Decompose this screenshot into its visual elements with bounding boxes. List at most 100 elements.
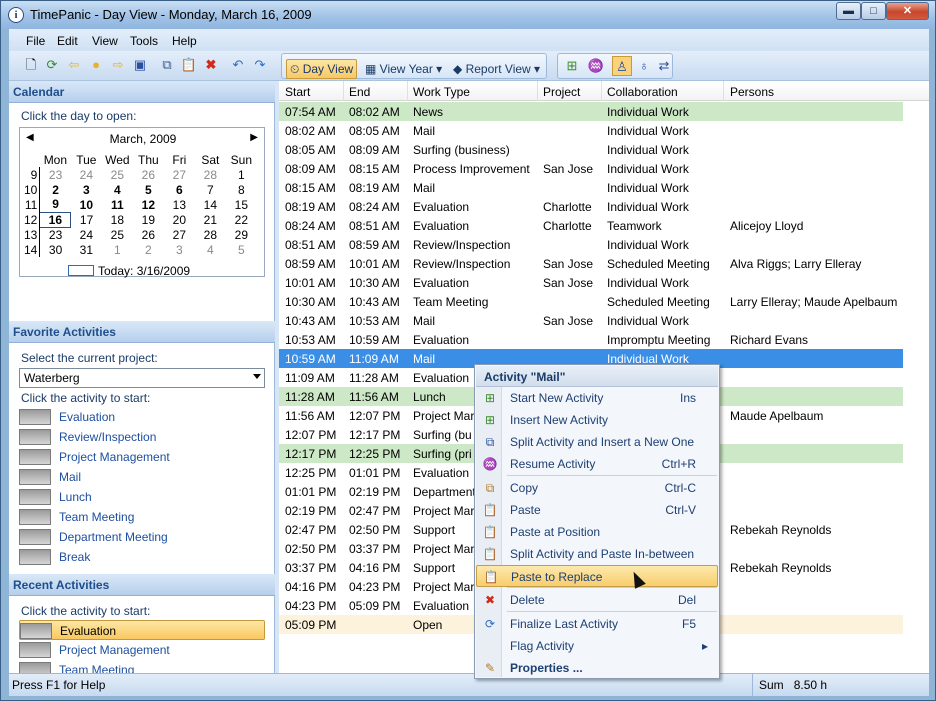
favorite-activity[interactable]: Lunch — [19, 487, 265, 507]
footsteps-icon[interactable]: ♒ — [586, 56, 606, 76]
calendar-day[interactable]: 28 — [195, 227, 226, 242]
calendar-day[interactable]: 8 — [226, 182, 257, 197]
calendar-day[interactable]: 22 — [226, 212, 257, 227]
menu-help[interactable]: Help — [172, 34, 197, 48]
recent-activity[interactable]: Evaluation — [19, 620, 265, 640]
table-row[interactable]: 10:30 AM 10:43 AM Team Meeting Scheduled Me… — [279, 292, 903, 311]
calendar-day[interactable]: 14 — [195, 197, 226, 212]
arrow-right-icon[interactable]: ⇨ — [108, 55, 128, 75]
calendar-day[interactable]: 24 — [71, 227, 102, 242]
calendar-day[interactable]: 28 — [195, 167, 226, 182]
calendar-day-selected[interactable]: 16 — [39, 211, 72, 228]
project-select[interactable]: Waterberg — [19, 368, 265, 388]
table-row[interactable]: 07:54 AM 08:02 AM News Individual Work — [279, 102, 903, 121]
save-icon[interactable]: ▣ — [130, 55, 150, 75]
calendar-day[interactable]: 1 — [102, 242, 133, 257]
column-header[interactable]: Collaboration — [607, 85, 678, 99]
next-month-icon[interactable]: ▶ — [250, 132, 258, 143]
context-menu-item[interactable]: 📋 Paste Ctrl-V — [476, 499, 718, 521]
recent-activity[interactable]: Project Management — [19, 640, 265, 660]
table-row[interactable]: 10:43 AM 10:53 AM Mail San Jose Individual W… — [279, 311, 903, 330]
context-menu-item[interactable]: ✖ Delete Del — [476, 589, 718, 611]
view-year-button[interactable]: ▦ View Year ▾ — [362, 59, 445, 79]
calendar-day[interactable]: 15 — [226, 197, 257, 212]
context-menu-item[interactable]: Flag Activity ▸ — [476, 635, 718, 657]
favorite-activity[interactable]: Project Management — [19, 447, 265, 467]
calendar-day[interactable]: 25 — [102, 227, 133, 242]
calendar-day[interactable]: 11 — [102, 197, 133, 212]
arrow-left-icon[interactable]: ⇦ — [64, 55, 84, 75]
table-row[interactable]: 10:01 AM 10:30 AM Evaluation San Jose Indivi… — [279, 273, 903, 292]
table-row[interactable]: 08:59 AM 10:01 AM Review/Inspection San Jos… — [279, 254, 903, 273]
calendar-day[interactable]: 2 — [40, 182, 71, 197]
calendar-day[interactable]: 31 — [71, 242, 102, 257]
context-menu-item[interactable]: ⊞ Start New Activity Ins — [476, 387, 718, 409]
close-button[interactable]: ✕ — [886, 2, 929, 20]
favorite-activity[interactable]: Evaluation — [19, 407, 265, 427]
context-menu-item[interactable]: ⧉ Copy Ctrl-C — [476, 477, 718, 499]
calendar-day[interactable]: 18 — [102, 212, 133, 227]
calendar-day[interactable]: 4 — [102, 182, 133, 197]
calendar-day[interactable]: 17 — [71, 212, 102, 227]
calendar-day[interactable]: 9 — [40, 197, 71, 212]
column-header[interactable]: Project — [543, 85, 580, 99]
calendar-day[interactable]: 6 — [164, 182, 195, 197]
context-menu-item[interactable]: 📋 Paste to Replace — [476, 565, 718, 587]
favorite-activity[interactable]: Break — [19, 547, 265, 567]
table-row[interactable]: 08:09 AM 08:15 AM Process Improvement San J… — [279, 159, 903, 178]
person-clock-icon[interactable]: ♙ — [612, 56, 632, 76]
report-view-button[interactable]: ◆ Report View ▾ — [450, 59, 543, 79]
context-menu-item[interactable]: ⊞ Insert New Activity — [476, 409, 718, 431]
grid-add-icon[interactable]: ⊞ — [562, 56, 582, 76]
table-row[interactable]: 10:53 AM 10:59 AM Evaluation Impromptu Meet… — [279, 330, 903, 349]
day-view-button[interactable]: ⏲ Day View — [286, 59, 358, 79]
calendar-day[interactable]: 27 — [164, 167, 195, 182]
calendar-day[interactable]: 25 — [102, 167, 133, 182]
menu-tools[interactable]: Tools — [130, 34, 158, 48]
column-header[interactable]: Start — [285, 85, 310, 99]
calendar-day[interactable]: 29 — [226, 227, 257, 242]
calendar-day[interactable]: 3 — [71, 182, 102, 197]
copy-icon[interactable]: ⧉ — [157, 55, 177, 75]
menu-view[interactable]: View — [92, 34, 118, 48]
table-row[interactable]: 08:24 AM 08:51 AM Evaluation Charlotte Teamw… — [279, 216, 903, 235]
calendar-day[interactable]: 23 — [40, 227, 71, 242]
calendar-day[interactable]: 24 — [71, 167, 102, 182]
calendar-day[interactable]: 27 — [164, 227, 195, 242]
favorite-activity[interactable]: Review/Inspection — [19, 427, 265, 447]
calendar-day[interactable]: 26 — [133, 227, 164, 242]
calendar-day[interactable]: 10 — [71, 197, 102, 212]
menu-edit[interactable]: Edit — [57, 34, 78, 48]
calendar-day[interactable]: 3 — [164, 242, 195, 257]
minimize-button[interactable]: ▬ — [836, 2, 861, 20]
today-link[interactable]: Today: 3/16/2009 — [68, 264, 190, 278]
calendar-day[interactable]: 5 — [133, 182, 164, 197]
calendar-day[interactable]: 12 — [133, 197, 164, 212]
table-row[interactable]: 08:15 AM 08:19 AM Mail Individual Work — [279, 178, 903, 197]
maximize-button[interactable]: □ — [861, 2, 886, 20]
refresh-icon[interactable]: ⟳ — [42, 55, 62, 75]
delete-icon[interactable]: ✖ — [201, 55, 221, 75]
paste-icon[interactable]: 📋 — [179, 55, 199, 75]
menu-file[interactable]: File — [26, 34, 45, 48]
context-menu-item[interactable]: ♒ Resume Activity Ctrl+R — [476, 453, 718, 475]
context-menu-item[interactable]: 📋 Paste at Position — [476, 521, 718, 543]
calendar-day[interactable]: 13 — [164, 197, 195, 212]
calendar-day[interactable]: 2 — [133, 242, 164, 257]
calendar-day[interactable]: 19 — [133, 212, 164, 227]
favorite-activity[interactable]: Department Meeting — [19, 527, 265, 547]
calendar-day[interactable]: 23 — [40, 167, 71, 182]
context-menu-item[interactable]: ⧉ Split Activity and Insert a New One — [476, 431, 718, 453]
favorite-activity[interactable]: Team Meeting — [19, 507, 265, 527]
context-menu-item[interactable]: ⟳ Finalize Last Activity F5 — [476, 613, 718, 635]
calendar-day[interactable]: 4 — [195, 242, 226, 257]
undo-icon[interactable]: ↶ — [228, 55, 248, 75]
calendar-day[interactable]: 7 — [195, 182, 226, 197]
table-row[interactable]: 08:02 AM 08:05 AM Mail Individual Work — [279, 121, 903, 140]
table-row[interactable]: 08:05 AM 08:09 AM Surfing (business) Indivi… — [279, 140, 903, 159]
calendar-day[interactable]: 1 — [226, 167, 257, 182]
calendar-day[interactable]: 5 — [226, 242, 257, 257]
column-header[interactable]: End — [349, 85, 370, 99]
calendar-day[interactable]: 26 — [133, 167, 164, 182]
context-menu-item[interactable]: 📋 Split Activity and Paste In-between — [476, 543, 718, 565]
